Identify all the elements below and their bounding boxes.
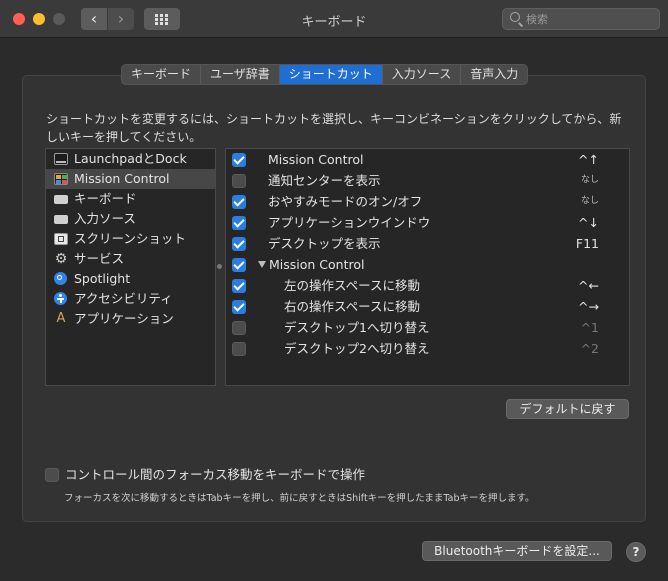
shortcut-label: おやすみモードのオン/オフ: [268, 194, 423, 209]
services-gear-icon: ⚙: [54, 251, 68, 267]
shortcut-key[interactable]: なし: [581, 170, 599, 191]
help-icon: ?: [632, 545, 640, 559]
tab-input-sources[interactable]: 入力ソース: [383, 65, 462, 84]
setup-bluetooth-keyboard-button[interactable]: Bluetoothキーボードを設定...: [422, 541, 612, 561]
mission-control-icon: [54, 173, 68, 185]
category-services[interactable]: ⚙ サービス: [46, 249, 215, 269]
shortcut-key[interactable]: ^1: [581, 317, 599, 338]
shortcut-key[interactable]: ^2: [581, 338, 599, 359]
category-spotlight[interactable]: Spotlight: [46, 269, 215, 289]
shortcut-group[interactable]: Mission Control: [258, 254, 364, 275]
category-screenshots[interactable]: スクリーンショット: [46, 229, 215, 249]
launchpad-dock-icon: [54, 153, 68, 165]
shortcut-checkbox[interactable]: [232, 321, 246, 335]
focus-checkbox[interactable]: [45, 468, 59, 482]
category-label: キーボード: [74, 191, 137, 206]
shortcut-checkbox[interactable]: [232, 174, 246, 188]
shortcut-checkbox[interactable]: [232, 237, 246, 251]
spotlight-icon: [54, 272, 67, 285]
shortcut-key[interactable]: ^↑: [578, 149, 599, 170]
applications-icon: A: [56, 311, 66, 326]
split-view-handle[interactable]: [217, 264, 222, 269]
title-bar: ‹ › キーボード: [0, 0, 668, 38]
category-keyboard[interactable]: キーボード: [46, 189, 215, 209]
shortcut-list: Mission Control ^↑ 通知センターを表示 なし おやすみモードの…: [225, 148, 630, 386]
accessibility-icon: [54, 292, 67, 305]
restore-defaults-button[interactable]: デフォルトに戻す: [506, 399, 629, 419]
shortcut-row[interactable]: Mission Control ^↑: [226, 149, 629, 170]
category-label: 入力ソース: [74, 211, 136, 226]
category-label: LaunchpadとDock: [74, 151, 187, 166]
search-icon: [510, 12, 520, 22]
category-label: サービス: [74, 251, 125, 266]
category-label: アクセシビリティ: [74, 291, 173, 306]
category-launchpad-dock[interactable]: LaunchpadとDock: [46, 149, 215, 169]
shortcut-label: デスクトップを表示: [268, 236, 381, 251]
shortcut-label: 右の操作スペースに移動: [284, 299, 421, 314]
category-label: Mission Control: [74, 171, 170, 186]
shortcut-label: 通知センターを表示: [268, 173, 381, 188]
shortcut-checkbox[interactable]: [232, 342, 246, 356]
shortcut-key[interactable]: ^←: [578, 275, 599, 296]
shortcut-row[interactable]: デスクトップを表示 F11: [226, 233, 629, 254]
input-source-icon: [54, 215, 68, 224]
shortcut-checkbox[interactable]: [232, 300, 246, 314]
screenshot-icon: [54, 233, 68, 245]
shortcut-description: ショートカットを変更するには、ショートカットを選択し、キーコンビネーションをクリ…: [46, 112, 622, 144]
shortcut-key[interactable]: ^→: [578, 296, 599, 317]
tab-dictation[interactable]: 音声入力: [461, 65, 527, 84]
shortcut-key[interactable]: ^↓: [578, 212, 599, 233]
shortcut-group-row[interactable]: Mission Control: [226, 254, 629, 275]
category-applications[interactable]: A アプリケーション: [46, 309, 215, 329]
shortcut-checkbox[interactable]: [232, 195, 246, 209]
shortcut-checkbox[interactable]: [232, 153, 246, 167]
shortcut-label: アプリケーションウインドウ: [268, 215, 431, 230]
shortcut-checkbox[interactable]: [232, 216, 246, 230]
disclosure-triangle-icon[interactable]: [258, 261, 266, 268]
category-mission-control[interactable]: Mission Control: [46, 169, 215, 189]
shortcut-row[interactable]: デスクトップ2へ切り替え ^2: [226, 338, 629, 359]
shortcut-row[interactable]: デスクトップ1へ切り替え ^1: [226, 317, 629, 338]
search-field[interactable]: [502, 8, 660, 30]
shortcut-key[interactable]: なし: [581, 191, 599, 212]
shortcut-row[interactable]: アプリケーションウインドウ ^↓: [226, 212, 629, 233]
shortcut-row[interactable]: 通知センターを表示 なし: [226, 170, 629, 191]
shortcut-checkbox[interactable]: [232, 258, 246, 272]
keyboard-icon: [54, 195, 68, 204]
category-list: LaunchpadとDock Mission Control キーボード 入力ソ…: [45, 148, 216, 386]
shortcut-label: デスクトップ2へ切り替え: [284, 341, 430, 356]
tab-bar: キーボード ユーザ辞書 ショートカット 入力ソース 音声入力: [121, 64, 529, 85]
shortcut-label: Mission Control: [269, 257, 365, 272]
search-input[interactable]: [526, 11, 654, 27]
tab-keyboard[interactable]: キーボード: [122, 65, 202, 84]
shortcut-row[interactable]: おやすみモードのオン/オフ なし: [226, 191, 629, 212]
shortcut-label: 左の操作スペースに移動: [284, 278, 421, 293]
shortcut-label: デスクトップ1へ切り替え: [284, 320, 430, 335]
shortcut-label: Mission Control: [268, 152, 364, 167]
category-label: アプリケーション: [74, 311, 174, 326]
shortcut-row[interactable]: 右の操作スペースに移動 ^→: [226, 296, 629, 317]
category-accessibility[interactable]: アクセシビリティ: [46, 289, 215, 309]
shortcut-checkbox[interactable]: [232, 279, 246, 293]
tab-user-dictionary[interactable]: ユーザ辞書: [201, 65, 280, 84]
category-label: Spotlight: [74, 271, 131, 286]
shortcut-key[interactable]: F11: [576, 233, 599, 254]
tab-shortcuts[interactable]: ショートカット: [279, 65, 383, 84]
shortcut-row[interactable]: 左の操作スペースに移動 ^←: [226, 275, 629, 296]
help-button[interactable]: ?: [626, 542, 646, 562]
focus-option-label: コントロール間のフォーカス移動をキーボードで操作: [65, 467, 366, 482]
category-label: スクリーンショット: [74, 231, 186, 246]
category-input-sources[interactable]: 入力ソース: [46, 209, 215, 229]
focus-option-note: フォーカスを次に移動するときはTabキーを押し、前に戻すときはShiftキーを押…: [64, 493, 535, 504]
